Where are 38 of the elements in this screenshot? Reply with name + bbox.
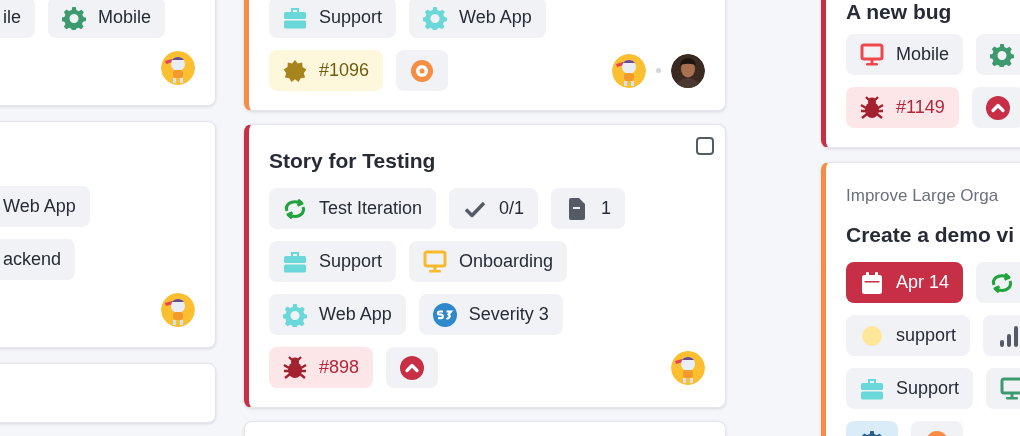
tag[interactable]: Test Iteration [269, 188, 437, 229]
tag[interactable]: Web App [0, 186, 90, 227]
card[interactable]: Story for Testing Test Iteration 0/1 1 Support Onboarding Web App Severity 3 #898 [244, 124, 726, 408]
tag[interactable]: Apr 14 [846, 262, 964, 303]
card[interactable]: ile Mobile [0, 0, 216, 106]
card[interactable]: Web App ackend [0, 121, 216, 348]
icon-tag[interactable] [976, 34, 1020, 75]
tag[interactable]: Mobile [846, 34, 964, 75]
checkbox[interactable] [696, 137, 714, 155]
tag[interactable]: Web App [409, 0, 546, 38]
card-subtitle: Improve Large Orga [846, 185, 1000, 207]
card-title: Create a demo vi [846, 222, 1016, 248]
tag[interactable]: Mobile [48, 0, 166, 38]
card-title: Story for Testing [269, 148, 437, 174]
tag[interactable]: Onboarding [409, 241, 568, 282]
tag[interactable]: ackend [0, 239, 76, 280]
tag[interactable]: Support [269, 0, 397, 38]
icon-tag[interactable] [971, 87, 1020, 128]
separator-dot [656, 68, 661, 73]
avatar[interactable] [671, 53, 705, 88]
tag[interactable]: #1096 [269, 50, 384, 91]
tag[interactable]: Support [846, 368, 974, 409]
tag[interactable]: 0/1 [449, 188, 539, 229]
tag[interactable]: ile [0, 0, 35, 38]
tag[interactable]: support [846, 315, 971, 356]
tag[interactable]: Support [269, 241, 397, 282]
icon-tag[interactable] [976, 262, 1020, 303]
card[interactable]: Improve Large Orga Create a demo vi Apr 14 support Support [821, 162, 1020, 436]
tag[interactable]: #898 [269, 347, 374, 388]
tag[interactable]: Web App [269, 294, 406, 335]
icon-tag[interactable] [386, 347, 439, 388]
tag[interactable]: #1149 [846, 87, 959, 128]
tag[interactable]: 1 [551, 188, 626, 229]
icon-tag[interactable] [983, 315, 1020, 356]
tag[interactable]: Severity 3 [418, 294, 563, 335]
card[interactable]: Support Web App #1096 [244, 0, 726, 111]
card[interactable]: A new bug Mobile #1149 [821, 0, 1020, 148]
card-title: A new bug [846, 0, 953, 25]
